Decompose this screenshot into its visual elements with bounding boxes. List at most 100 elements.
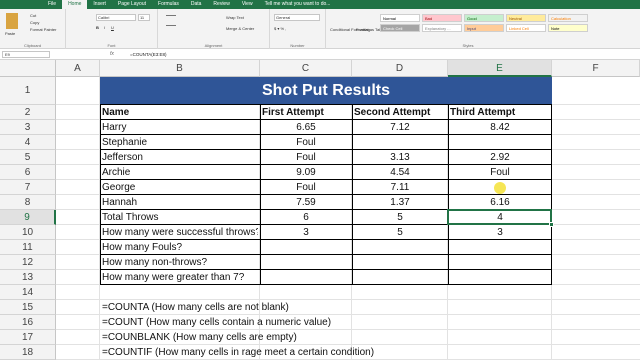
first-attempt-cell[interactable]: 9.09 — [262, 165, 350, 180]
cell-style-neutral[interactable]: Neutral — [506, 14, 546, 22]
first-attempt-cell[interactable]: Foul — [262, 135, 350, 150]
tab-view[interactable]: View — [236, 0, 259, 9]
bold-icon[interactable]: B — [96, 25, 99, 30]
currency-icon[interactable]: $ ▾ % , — [274, 26, 286, 31]
tab-home[interactable]: Home — [62, 0, 88, 9]
cut-button[interactable]: Cut — [30, 13, 36, 18]
formula-note[interactable]: =COUNT (How many cells contain a numeric… — [102, 315, 331, 330]
third-attempt-cell[interactable]: 2.92 — [450, 150, 550, 165]
column-header-b[interactable]: B — [100, 60, 260, 77]
row-header-9[interactable]: 9 — [0, 210, 56, 225]
cell-style-normal[interactable]: Normal — [380, 14, 420, 22]
summary-third-cell[interactable]: 3 — [450, 225, 550, 240]
row-header-8[interactable]: 8 — [0, 195, 56, 210]
cell-style-explanatory-[interactable]: Explanatory ... — [422, 24, 462, 32]
column-header-c[interactable]: C — [260, 60, 352, 77]
cell-style-bad[interactable]: Bad — [422, 14, 462, 22]
row-header-15[interactable]: 15 — [0, 300, 56, 315]
row-header-10[interactable]: 10 — [0, 225, 56, 240]
third-attempt-cell[interactable]: 6.16 — [450, 195, 550, 210]
formula-note[interactable]: =COUNTA (How many cells are not blank) — [102, 300, 289, 315]
summary-first-cell[interactable] — [262, 255, 350, 270]
row-header-17[interactable]: 17 — [0, 330, 56, 345]
formula-input[interactable]: =COUNTA(E3:E8) — [130, 51, 167, 58]
fx-icon[interactable]: fx — [110, 51, 114, 57]
paste-icon[interactable] — [6, 13, 18, 29]
athlete-name[interactable]: George — [102, 180, 258, 195]
row-header-16[interactable]: 16 — [0, 315, 56, 330]
tell-me-search[interactable]: Tell me what you want to do... — [259, 0, 337, 9]
cell-style-check-cell[interactable]: Check Cell — [380, 24, 420, 32]
summary-second-cell[interactable]: 5 — [354, 225, 446, 240]
wrap-text-button[interactable]: Wrap Text — [226, 15, 244, 20]
summary-label[interactable]: How many non-throws? — [102, 255, 258, 270]
summary-second-cell[interactable] — [354, 240, 446, 255]
second-attempt-cell[interactable]: 7.11 — [354, 180, 446, 195]
summary-label[interactable]: Total Throws — [102, 210, 258, 225]
first-attempt-cell[interactable]: Foul — [262, 180, 350, 195]
tab-review[interactable]: Review — [207, 0, 235, 9]
third-attempt-cell[interactable]: Foul — [450, 165, 550, 180]
second-attempt-cell[interactable]: 3.13 — [354, 150, 446, 165]
summary-third-cell[interactable] — [450, 255, 550, 270]
cell-style-good[interactable]: Good — [464, 14, 504, 22]
third-attempt-cell[interactable]: 8.42 — [450, 120, 550, 135]
merge-center-button[interactable]: Merge & Center — [226, 26, 254, 31]
row-header-14[interactable]: 14 — [0, 285, 56, 300]
row-header-13[interactable]: 13 — [0, 270, 56, 285]
name-box[interactable]: E9 — [2, 51, 50, 58]
cell-style-input[interactable]: Input — [464, 24, 504, 32]
first-attempt-cell[interactable]: 6.65 — [262, 120, 350, 135]
athlete-name[interactable]: Archie — [102, 165, 258, 180]
format-painter-button[interactable]: Format Painter — [30, 27, 56, 32]
athlete-name[interactable]: Jefferson — [102, 150, 258, 165]
tab-data[interactable]: Data — [185, 0, 208, 9]
row-header-3[interactable]: 3 — [0, 120, 56, 135]
row-header-5[interactable]: 5 — [0, 150, 56, 165]
second-attempt-cell[interactable] — [354, 135, 446, 150]
active-cell-selection[interactable] — [447, 209, 552, 225]
summary-label[interactable]: How many were successful throws? — [102, 225, 258, 240]
athlete-name[interactable]: Stephanie — [102, 135, 258, 150]
summary-second-cell[interactable]: 5 — [354, 210, 446, 225]
first-attempt-cell[interactable]: Foul — [262, 150, 350, 165]
row-header-11[interactable]: 11 — [0, 240, 56, 255]
underline-icon[interactable]: U — [111, 25, 114, 30]
tab-insert[interactable]: Insert — [87, 0, 112, 9]
tab-file[interactable]: File — [42, 0, 62, 9]
font-name-select[interactable]: Calibri — [96, 14, 136, 21]
formula-note[interactable]: =COUNTIF (How many cells in rage meet a … — [102, 345, 374, 360]
paste-button[interactable]: Paste — [5, 31, 15, 36]
athlete-name[interactable]: Harry — [102, 120, 258, 135]
summary-label[interactable]: How many were greater than 7? — [102, 270, 258, 285]
column-header-e[interactable]: E — [448, 60, 552, 77]
copy-button[interactable]: Copy — [30, 20, 39, 25]
athlete-name[interactable]: Hannah — [102, 195, 258, 210]
header-first-attempt[interactable]: First Attempt — [262, 105, 350, 120]
summary-label[interactable]: How many Fouls? — [102, 240, 258, 255]
summary-first-cell[interactable] — [262, 270, 350, 285]
row-header-6[interactable]: 6 — [0, 165, 56, 180]
cell-style-linked-cell[interactable]: Linked Cell — [506, 24, 546, 32]
row-header-2[interactable]: 2 — [0, 105, 56, 120]
summary-first-cell[interactable]: 3 — [262, 225, 350, 240]
row-header-7[interactable]: 7 — [0, 180, 56, 195]
summary-second-cell[interactable] — [354, 270, 446, 285]
tab-page-layout[interactable]: Page Layout — [112, 0, 152, 9]
number-format-select[interactable]: General — [274, 14, 320, 21]
row-header-1[interactable]: 1 — [0, 77, 56, 105]
row-header-12[interactable]: 12 — [0, 255, 56, 270]
header-second-attempt[interactable]: Second Attempt — [354, 105, 446, 120]
column-header-d[interactable]: D — [352, 60, 448, 77]
column-header-f[interactable]: F — [552, 60, 640, 77]
second-attempt-cell[interactable]: 1.37 — [354, 195, 446, 210]
summary-second-cell[interactable] — [354, 255, 446, 270]
summary-first-cell[interactable]: 6 — [262, 210, 350, 225]
third-attempt-cell[interactable] — [450, 135, 550, 150]
align-left-icon[interactable] — [166, 25, 176, 26]
second-attempt-cell[interactable]: 7.12 — [354, 120, 446, 135]
summary-third-cell[interactable] — [450, 270, 550, 285]
second-attempt-cell[interactable]: 4.54 — [354, 165, 446, 180]
cell-style-calculation[interactable]: Calculation — [548, 14, 588, 22]
row-header-18[interactable]: 18 — [0, 345, 56, 360]
